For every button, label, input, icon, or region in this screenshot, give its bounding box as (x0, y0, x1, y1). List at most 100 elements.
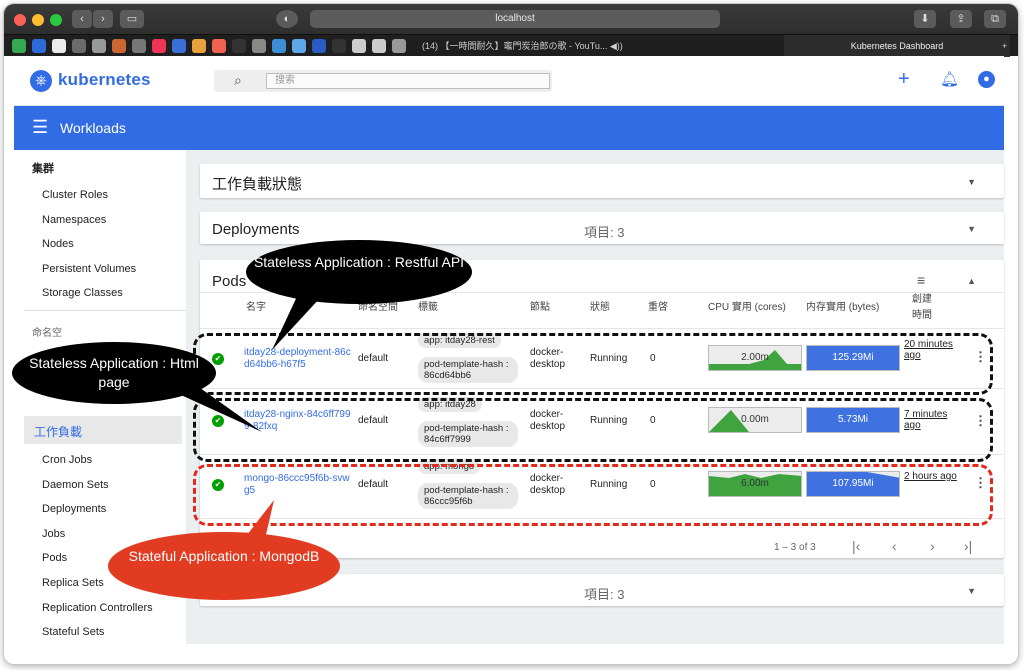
bookmark-icon[interactable] (172, 39, 186, 53)
bookmark-icon[interactable] (252, 39, 266, 53)
sidebar-toggle-icon[interactable]: ▭ (120, 10, 144, 28)
bookmark-icon[interactable] (192, 39, 206, 53)
sidebar-item-jobs[interactable]: Jobs (42, 528, 65, 540)
bookmark-icon[interactable] (232, 39, 246, 53)
bookmark-icon[interactable] (352, 39, 366, 53)
first-page-icon[interactable]: |‹ (852, 538, 860, 554)
search-icon[interactable]: ⌕ (234, 72, 242, 89)
tab-youtube[interactable]: (14) 【一時間耐久】竈門炭治郎の歌 - YouTu... ◀)) (414, 35, 784, 57)
column-restarts[interactable]: 重啓 (648, 298, 668, 313)
bookmark-icon[interactable] (12, 39, 26, 53)
tab-label: Kubernetes Dashboard (850, 41, 944, 51)
bookmark-icon[interactable] (132, 39, 146, 53)
column-cpu: CPU 實用 (cores) (708, 302, 786, 313)
close-window-button[interactable] (14, 14, 26, 26)
sidebar-item-nodes[interactable]: Nodes (42, 238, 74, 250)
card-title: 工作負載狀態 (212, 176, 303, 193)
tab-label: (14) 【一時間耐久】竈門炭治郎の歌 - YouTu... ◀)) (422, 41, 623, 51)
sidebar-item-stateful-sets[interactable]: Stateful Sets (42, 626, 104, 638)
deployments-card[interactable]: Deployments 項目: 3 ▼ (200, 212, 1004, 244)
zoom-window-button[interactable] (50, 14, 62, 26)
bookmark-icon[interactable] (272, 39, 286, 53)
expand-icon[interactable]: ▼ (967, 224, 976, 234)
sidebar-item-cluster-roles[interactable]: Cluster Roles (42, 189, 108, 201)
tabs-overview-icon[interactable]: ⧉ (984, 10, 1006, 28)
sidebar-item-daemon-sets[interactable]: Daemon Sets (42, 479, 109, 491)
bookmark-icon[interactable] (112, 39, 126, 53)
menu-icon[interactable]: ☰ (32, 118, 48, 136)
expand-icon[interactable]: ▼ (967, 586, 976, 596)
url-text: localhost (495, 13, 535, 24)
bookmark-icon[interactable] (72, 39, 86, 53)
column-created-time[interactable]: 時間 (912, 306, 932, 321)
highlight-nginx-row (193, 398, 993, 462)
sidebar-item-replica-sets[interactable]: Replica Sets (42, 577, 104, 589)
sidebar-item-storage-classes[interactable]: Storage Classes (42, 287, 123, 299)
bookmark-icon[interactable] (92, 39, 106, 53)
tab-kubernetes-dashboard[interactable]: Kubernetes Dashboard (784, 35, 1010, 57)
collapse-icon[interactable]: ▲ (967, 276, 976, 286)
last-page-icon[interactable]: ›| (964, 538, 972, 554)
sidebar-item-persistent-volumes[interactable]: Persistent Volumes (42, 263, 136, 275)
search-bar: ⌕ 搜索 (214, 70, 552, 92)
sidebar-item-namespaces[interactable]: Namespaces (42, 214, 106, 226)
address-bar[interactable]: localhost (310, 10, 720, 28)
card-title: Deployments (212, 221, 300, 238)
download-icon[interactable]: ⬇ (914, 10, 936, 28)
column-labels: 標籤 (418, 302, 438, 313)
column-status[interactable]: 狀態 (590, 298, 610, 313)
item-count: 項目: 3 (584, 587, 625, 602)
item-count: 項目: 3 (584, 225, 625, 240)
annotation-restful-api: Stateless Application : Restful API (246, 240, 472, 304)
extension-icon[interactable]: ◐ (276, 10, 298, 28)
annotation-mongodb: Stateful Application : MongodB (108, 532, 340, 600)
page-title: Workloads (60, 120, 126, 136)
previous-page-icon[interactable]: ‹ (892, 538, 897, 554)
filter-icon[interactable]: ≡ (917, 272, 925, 288)
card-title: Pods (212, 273, 247, 290)
highlight-mongo-row (193, 464, 993, 526)
bookmark-icon[interactable] (292, 39, 306, 53)
sidebar-item-replication-controllers[interactable]: Replication Controllers (42, 602, 153, 614)
plus-icon[interactable]: + (898, 68, 910, 91)
sidebar-item-pods[interactable]: Pods (42, 552, 67, 564)
sidebar-item-deployments[interactable]: Deployments (42, 503, 106, 515)
column-memory: 内存實用 (bytes) (806, 302, 880, 313)
app-header: ⎈ kubernetes ⌕ 搜索 + 🔔︎ ● (14, 56, 1004, 106)
bookmark-icon[interactable] (392, 39, 406, 53)
minimize-window-button[interactable] (32, 14, 44, 26)
tab-strip: (14) 【一時間耐久】竈門炭治郎の歌 - YouTu... ◀)) Kuber… (4, 34, 1018, 57)
bookmark-icon[interactable] (212, 39, 226, 53)
sidebar-section-cluster[interactable]: 集群 (32, 160, 54, 176)
workload-status-card[interactable]: 工作負載狀態 ▼ (200, 164, 1004, 198)
column-name[interactable]: 名字 (246, 298, 266, 313)
bookmark-icon[interactable] (152, 39, 166, 53)
search-input[interactable]: 搜索 (266, 73, 550, 89)
pagination-range: 1 – 3 of 3 (774, 542, 816, 553)
github-icon[interactable] (52, 39, 66, 53)
next-page-icon[interactable]: › (930, 538, 935, 554)
back-icon[interactable]: ‹ (72, 10, 92, 28)
column-created[interactable]: 創建 (912, 290, 932, 305)
kubernetes-logo-icon[interactable]: ⎈ (30, 70, 52, 92)
bookmark-icon[interactable] (372, 39, 386, 53)
annotation-html-page: Stateless Application : Html page (12, 342, 216, 404)
browser-window: ‹ › ▭ ◐ localhost ⬇ ⇪ ⧉ (14) 【一時間耐久】竈門炭治… (4, 4, 1018, 664)
sidebar-item-cron-jobs[interactable]: Cron Jobs (42, 454, 92, 466)
column-node[interactable]: 節點 (530, 298, 550, 313)
bookmark-icon[interactable] (32, 39, 46, 53)
account-icon[interactable]: ● (978, 71, 995, 88)
sidebar-item-workloads-label: 工作負載 (34, 425, 83, 439)
brand-name[interactable]: kubernetes (58, 70, 151, 90)
expand-icon[interactable]: ▼ (967, 177, 976, 187)
browser-titlebar: ‹ › ▭ ◐ localhost ⬇ ⇪ ⧉ (4, 4, 1018, 34)
bell-icon[interactable]: 🔔︎ (940, 70, 959, 88)
sidebar-namespace-label[interactable]: 命名空 (32, 324, 62, 339)
new-tab-button[interactable]: + (1002, 35, 1018, 57)
highlight-restful-row (193, 333, 993, 395)
bookmark-icon[interactable] (332, 39, 346, 53)
bookmark-icon[interactable] (312, 39, 326, 53)
forward-icon[interactable]: › (93, 10, 113, 28)
toolbar: ☰ Workloads (14, 106, 1004, 150)
share-icon[interactable]: ⇪ (950, 10, 972, 28)
